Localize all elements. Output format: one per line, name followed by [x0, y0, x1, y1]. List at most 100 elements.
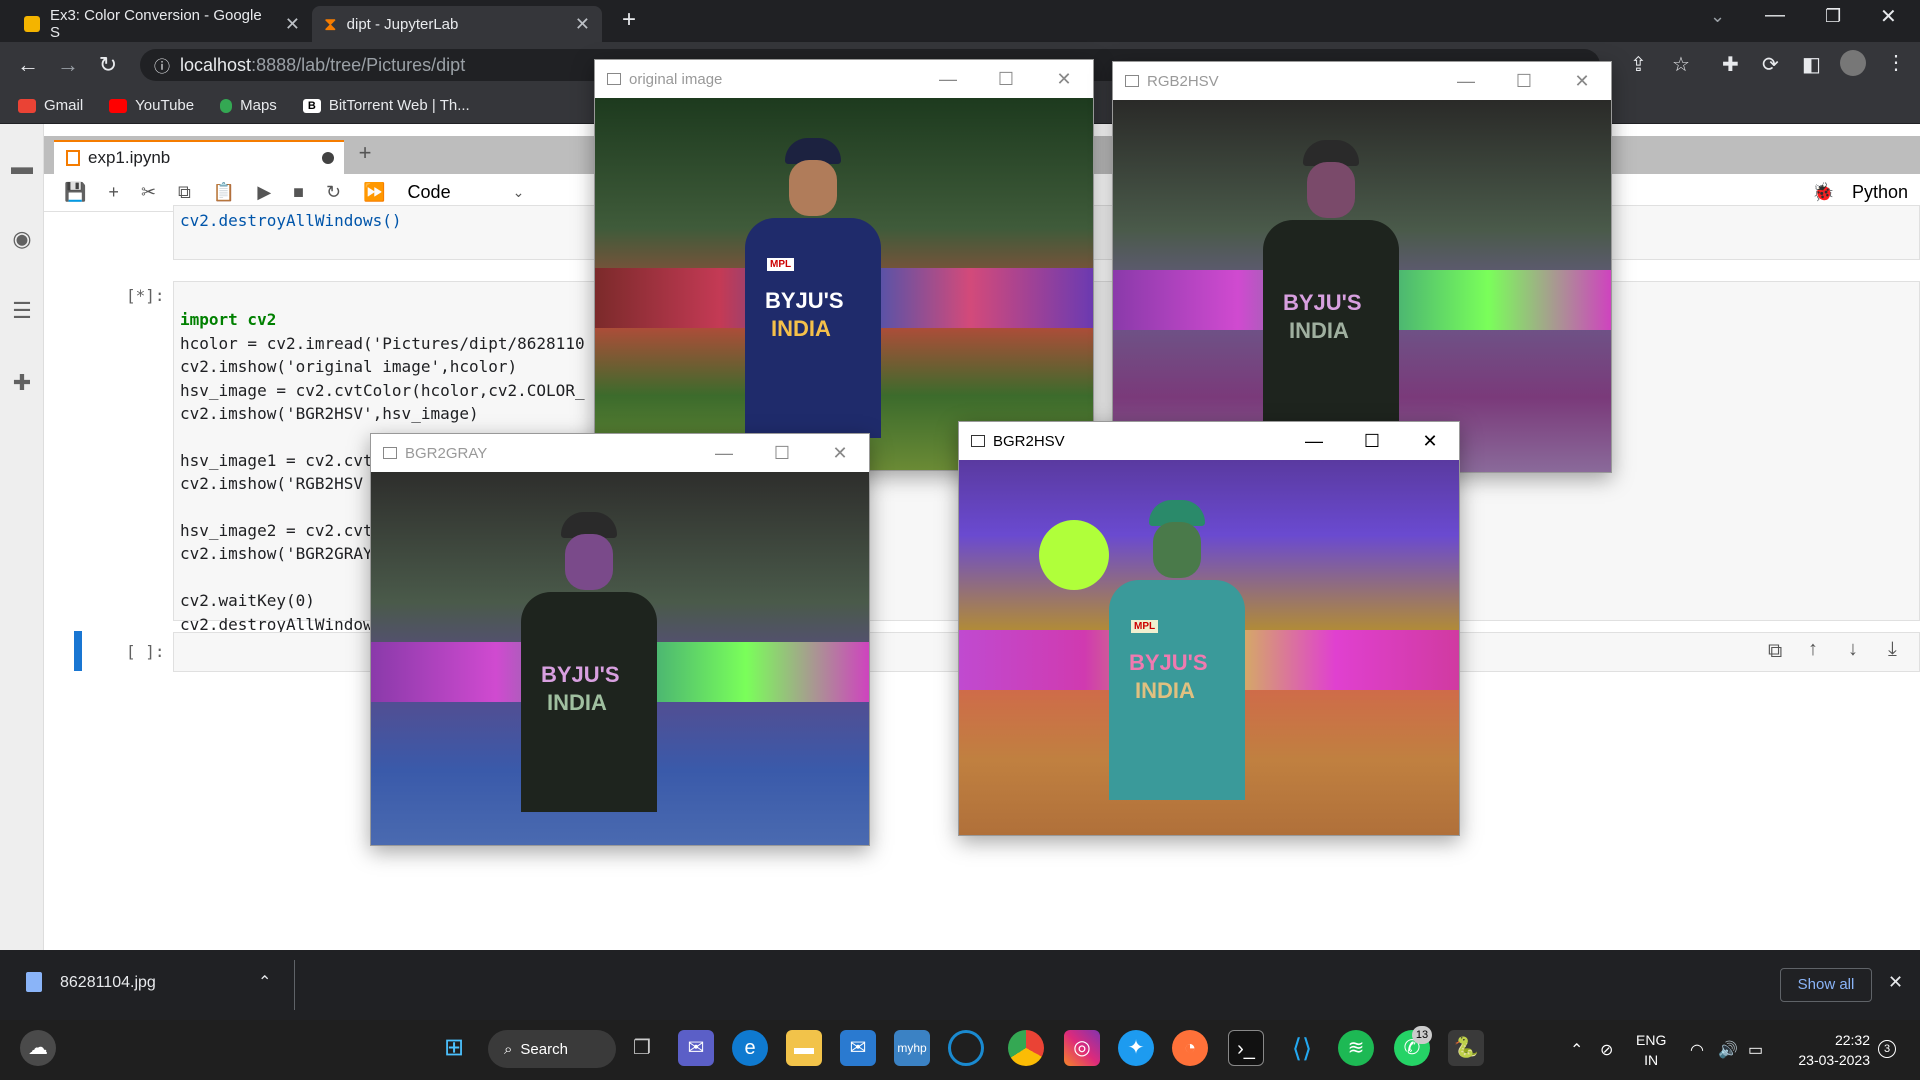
download-filename[interactable]: 86281104.jpg	[60, 974, 156, 992]
task-view-icon[interactable]: ❐	[624, 1030, 660, 1066]
close-icon[interactable]: ✕	[575, 14, 590, 35]
firefox-icon[interactable]: ◔	[1172, 1030, 1208, 1066]
stop-icon[interactable]: ■	[293, 182, 304, 203]
folder-icon[interactable]: ▬	[10, 154, 34, 179]
window-titlebar[interactable]: BGR2GRAY — ☐ ✕	[371, 434, 869, 472]
run-icon[interactable]: ▶	[257, 182, 271, 203]
volume-icon[interactable]: 🔊	[1718, 1040, 1738, 1060]
window-titlebar[interactable]: BGR2HSV — ☐ ✕	[959, 422, 1459, 460]
notebook-tab[interactable]: exp1.ipynb	[54, 140, 344, 174]
run-all-icon[interactable]: ⏩	[363, 182, 385, 203]
restart-icon[interactable]: ↻	[326, 182, 341, 203]
running-kernels-icon[interactable]: ◉	[10, 226, 34, 251]
maximize-button[interactable]: ☐	[977, 69, 1035, 90]
browser-tab-jupyter[interactable]: ⧗ dipt - JupyterLab ✕	[312, 6, 602, 42]
weather-icon[interactable]: ☁	[20, 1030, 56, 1066]
menu-icon[interactable]: ⋮	[1886, 50, 1906, 75]
duplicate-cell-icon[interactable]: ⧉	[1768, 640, 1782, 663]
taskbar-search[interactable]: ⌕ Search	[488, 1030, 616, 1068]
avatar[interactable]	[1840, 50, 1866, 76]
myhp-icon[interactable]: myhp	[894, 1030, 930, 1066]
close-icon[interactable]: ✕	[285, 14, 300, 35]
forward-button[interactable]: →	[48, 52, 88, 78]
back-button[interactable]: ←	[8, 52, 48, 78]
window-original-image[interactable]: original image — ☐ ✕ BYJU'S INDIA MPL	[594, 59, 1094, 471]
new-tab-button[interactable]: +	[622, 6, 636, 34]
extension-manager-icon[interactable]: ✚	[10, 370, 34, 395]
clock[interactable]: 22:32 23-03-2023	[1786, 1030, 1870, 1070]
close-button[interactable]: ✕	[811, 443, 869, 464]
wifi-icon[interactable]: ◠	[1690, 1040, 1704, 1060]
window-rgb2hsv[interactable]: RGB2HSV — ☐ ✕ BYJU'S INDIA	[1112, 61, 1612, 473]
instagram-icon[interactable]: ◎	[1064, 1030, 1100, 1066]
browser-tab-title: dipt - JupyterLab	[346, 15, 459, 33]
edge-icon[interactable]: e	[732, 1030, 768, 1066]
minimize-button[interactable]: —	[1285, 431, 1343, 452]
maximize-button[interactable]: ☐	[753, 443, 811, 464]
chevron-up-icon[interactable]: ⌃	[258, 972, 271, 992]
cut-icon[interactable]: ✂	[141, 182, 156, 203]
file-explorer-icon[interactable]: ▬	[786, 1030, 822, 1066]
debugger-icon[interactable]: 🐞	[1812, 182, 1834, 203]
restore-button[interactable]: ❐	[1825, 6, 1841, 27]
network-off-icon[interactable]: ⊘	[1600, 1040, 1613, 1060]
table-of-contents-icon[interactable]: ☰	[10, 298, 34, 323]
language-indicator[interactable]: ENG IN	[1636, 1030, 1666, 1070]
close-button[interactable]: ✕	[1553, 71, 1611, 92]
start-button[interactable]: ⊞	[436, 1030, 472, 1066]
minimize-button[interactable]: —	[695, 443, 753, 464]
browser-tab-slides[interactable]: Ex3: Color Conversion - Google S ✕	[12, 6, 312, 42]
minimize-button[interactable]: —	[1437, 71, 1495, 92]
battery-icon[interactable]: ▭	[1748, 1040, 1763, 1060]
move-up-icon[interactable]: ↑	[1808, 638, 1818, 661]
player-figure: BYJU'S INDIA	[1263, 140, 1399, 440]
window-titlebar[interactable]: RGB2HSV — ☐ ✕	[1113, 62, 1611, 100]
insert-below-icon[interactable]: ⤓	[1888, 638, 1897, 661]
maximize-button[interactable]: ☐	[1343, 431, 1401, 452]
save-icon[interactable]: 💾	[64, 182, 86, 203]
show-all-button[interactable]: Show all	[1780, 968, 1872, 1002]
chrome-icon[interactable]	[1008, 1030, 1044, 1066]
new-launcher-button[interactable]: +	[350, 140, 380, 174]
cell-type-select[interactable]: Code	[408, 182, 451, 203]
terminal-icon[interactable]: ›_	[1228, 1030, 1264, 1066]
mail-icon[interactable]: ✉	[840, 1030, 876, 1066]
bookmark-maps[interactable]: Maps	[220, 97, 277, 114]
bookmark-star-icon[interactable]: ☆	[1672, 52, 1690, 77]
spotify-icon[interactable]: ≋	[1338, 1030, 1374, 1066]
bookmark-bittorrent[interactable]: B BitTorrent Web | Th...	[302, 97, 470, 114]
bookmark-youtube[interactable]: YouTube	[109, 97, 194, 114]
teams-chat-icon[interactable]: ✉	[678, 1030, 714, 1066]
move-down-icon[interactable]: ↓	[1848, 638, 1858, 661]
minimize-button[interactable]: —	[919, 69, 977, 90]
insert-cell-icon[interactable]: +	[108, 182, 119, 203]
unsaved-dot-icon[interactable]	[322, 152, 334, 164]
side-panel-icon[interactable]: ◧	[1802, 52, 1821, 77]
close-window-button[interactable]: ✕	[1880, 4, 1897, 29]
close-button[interactable]: ✕	[1401, 431, 1459, 452]
window-titlebar[interactable]: original image — ☐ ✕	[595, 60, 1093, 98]
copy-icon[interactable]: ⧉	[178, 182, 191, 203]
twitter-icon[interactable]: ✦	[1118, 1030, 1154, 1066]
minimize-button[interactable]: —	[1765, 4, 1785, 27]
chevron-up-icon[interactable]: ⌃	[1570, 1040, 1583, 1060]
notification-center-badge[interactable]: 3	[1878, 1040, 1896, 1058]
window-bgr2gray[interactable]: BGR2GRAY — ☐ ✕ BYJU'S INDIA	[370, 433, 870, 846]
share-icon[interactable]: ⇪	[1630, 52, 1647, 77]
close-button[interactable]: ✕	[1035, 69, 1093, 90]
cortana-icon[interactable]	[948, 1030, 984, 1066]
maximize-button[interactable]: ☐	[1495, 71, 1553, 92]
chevron-down-icon[interactable]: ⌄	[513, 184, 525, 201]
python-icon[interactable]: 🐍	[1448, 1030, 1484, 1066]
tab-search-icon[interactable]: ⌄	[1710, 6, 1725, 27]
sync-icon[interactable]: ⟳	[1762, 52, 1779, 77]
reload-button[interactable]: ↻	[88, 52, 128, 78]
paste-icon[interactable]: 📋	[213, 182, 235, 203]
code-line: cv2.destroyAllWindows()	[180, 211, 402, 230]
bookmark-gmail[interactable]: Gmail	[18, 97, 83, 114]
close-icon[interactable]: ✕	[1888, 972, 1903, 993]
extensions-icon[interactable]: ✚	[1722, 52, 1739, 77]
vscode-icon[interactable]: ⟨⟩	[1284, 1030, 1320, 1066]
info-icon[interactable]: ⓘ	[154, 53, 170, 77]
window-bgr2hsv[interactable]: BGR2HSV — ☐ ✕ BYJU'S INDIA MPL	[958, 421, 1460, 836]
